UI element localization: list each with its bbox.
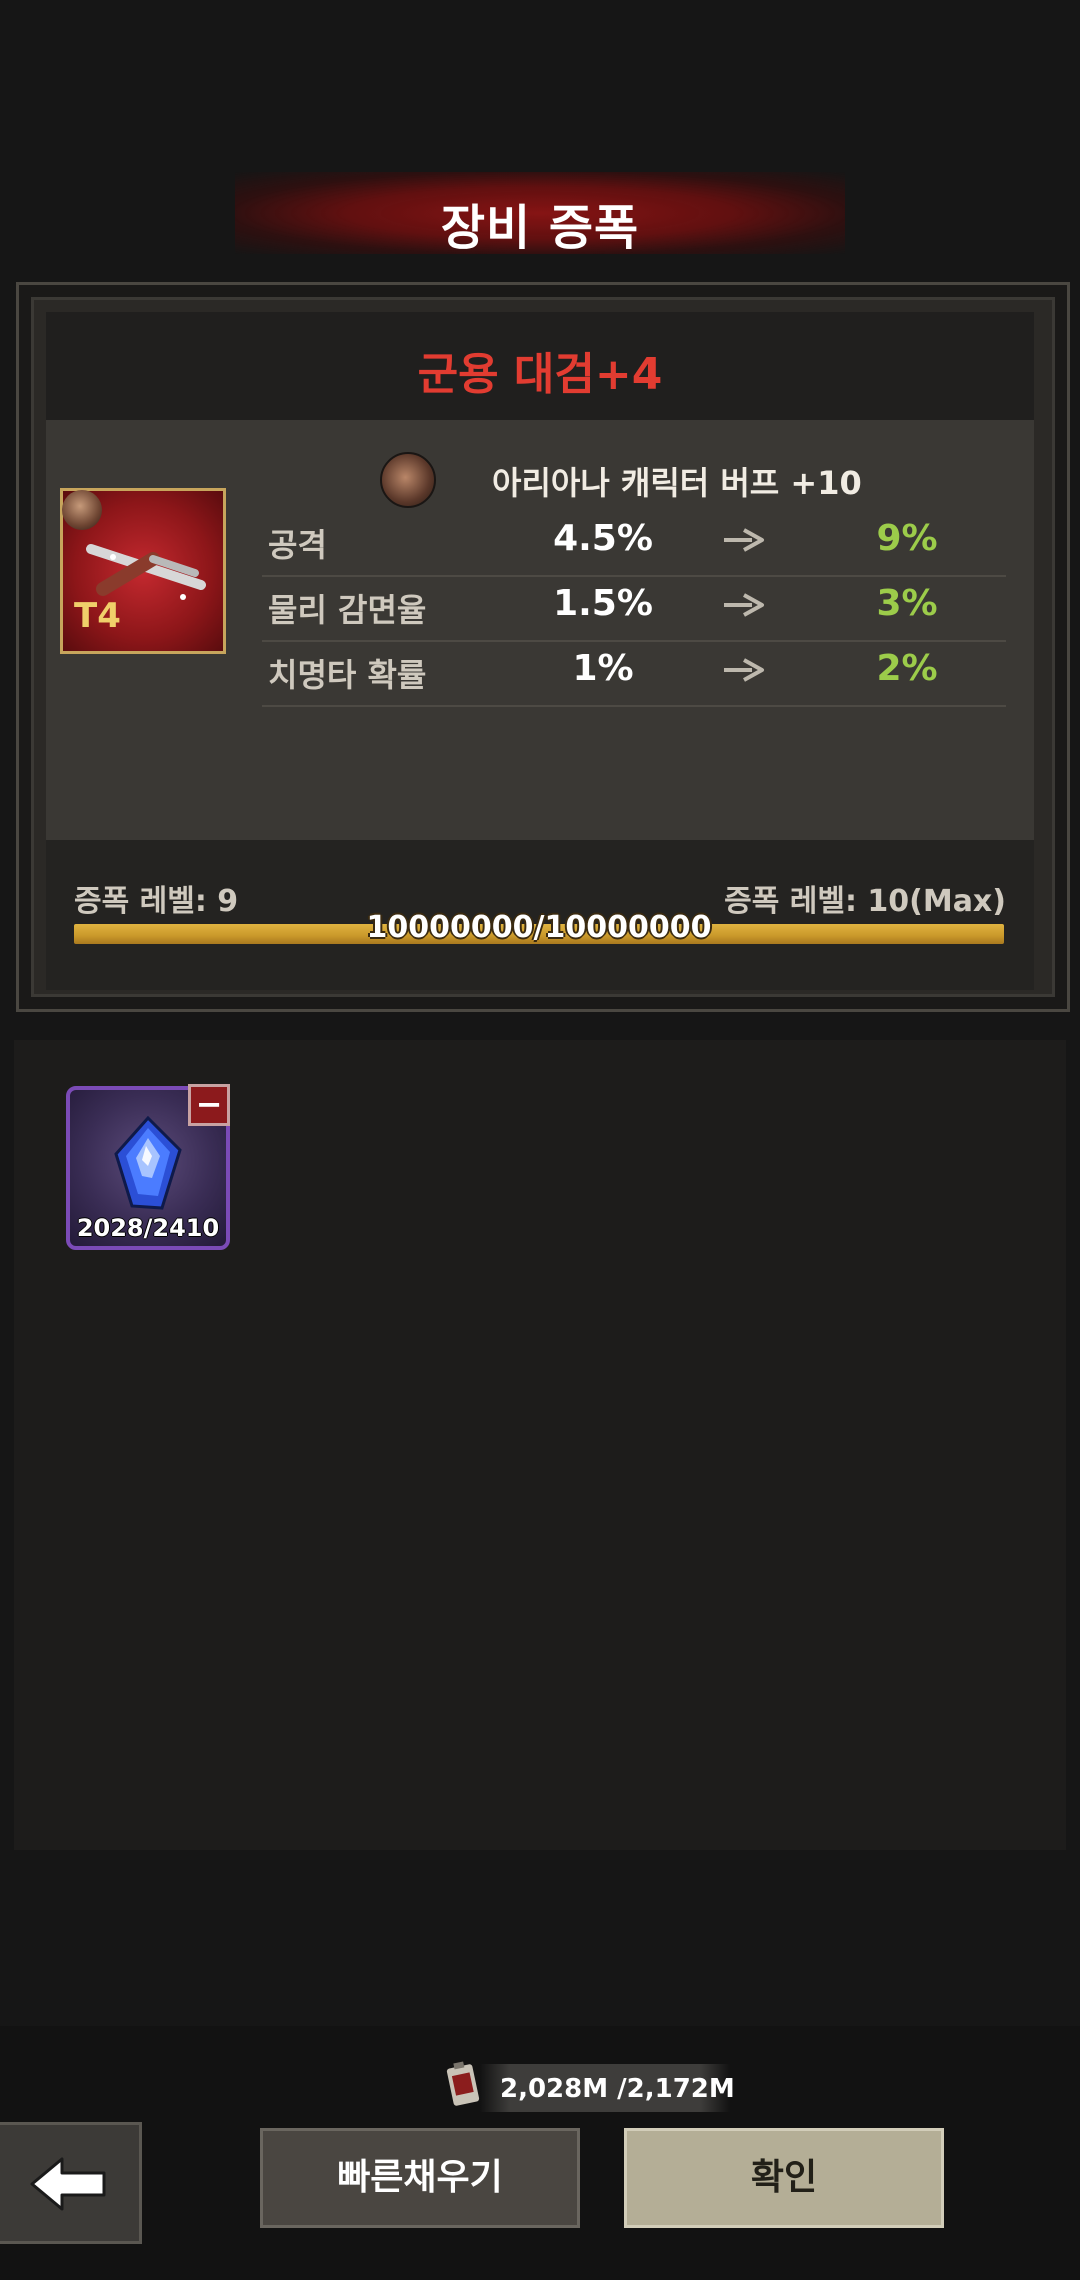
equipment-character-avatar: [62, 490, 102, 530]
stat-current-value: 1%: [572, 648, 634, 689]
stat-row: 치명타 확률 1% 2%: [262, 640, 1006, 707]
currency-text: 2,028M /2,172M: [500, 2074, 735, 2104]
page-title: 장비 증폭: [440, 200, 640, 256]
item-name: 군용 대검+4: [417, 349, 663, 400]
confirm-button[interactable]: 확인: [624, 2128, 944, 2228]
stat-current-value: 1.5%: [553, 583, 653, 624]
stat-next-value: 3%: [876, 583, 938, 624]
blue-crystal-icon: [114, 1116, 182, 1210]
back-button[interactable]: [0, 2122, 142, 2244]
progress-text: 10000000/10000000: [366, 910, 712, 945]
fuel-can-icon: [446, 2061, 480, 2106]
character-portrait-icon: [380, 452, 436, 508]
remove-material-button[interactable]: −: [188, 1084, 230, 1126]
arrow-right-icon: [724, 593, 764, 617]
stat-row: 물리 감면율 1.5% 3%: [262, 575, 1006, 642]
stat-row: 공격 4.5% 9%: [262, 510, 1006, 577]
stat-label: 물리 감면율: [268, 591, 427, 629]
back-arrow-icon: [30, 2157, 106, 2211]
material-count: 2028/2410: [76, 1214, 220, 1242]
quick-fill-button[interactable]: 빠른채우기: [260, 2128, 580, 2228]
arrow-right-icon: [724, 528, 764, 552]
stat-next-value: 9%: [876, 518, 938, 559]
tier-label: T4: [74, 596, 121, 636]
character-buff-text: 아리아나 캐릭터 버프 +10: [492, 464, 862, 502]
stat-next-value: 2%: [876, 648, 938, 689]
arrow-right-icon: [724, 658, 764, 682]
stat-label: 치명타 확률: [268, 656, 427, 694]
stat-current-value: 4.5%: [553, 518, 653, 559]
stat-label: 공격: [268, 526, 327, 564]
